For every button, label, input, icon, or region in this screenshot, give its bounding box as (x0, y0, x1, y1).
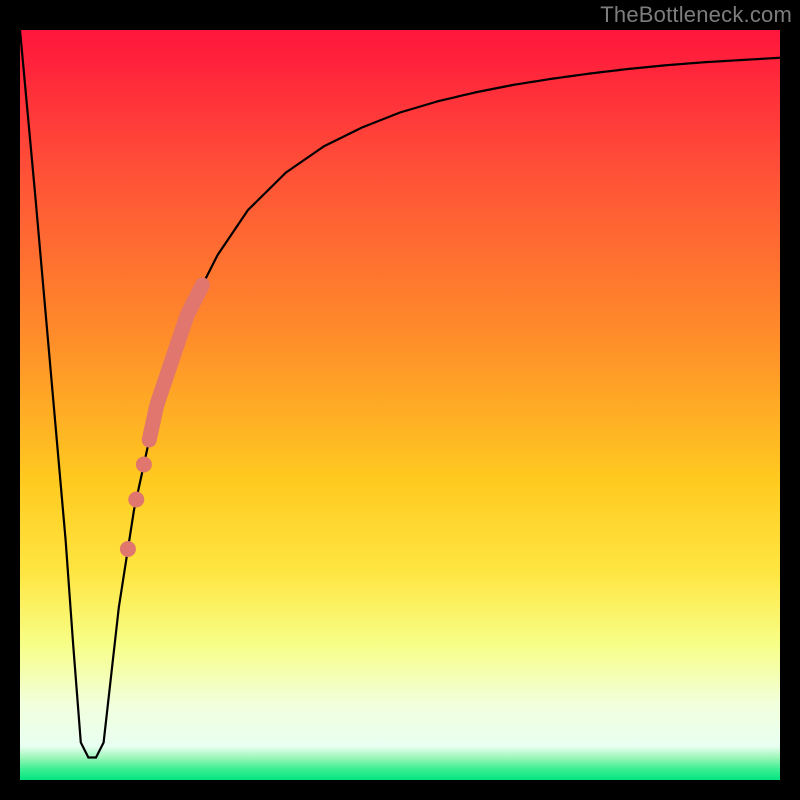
watermark-text: TheBottleneck.com (600, 2, 792, 28)
highlight-dot (136, 457, 152, 473)
chart-plot (20, 30, 780, 780)
highlight-dot (120, 541, 136, 557)
highlight-dot (128, 492, 144, 508)
gradient-background (20, 30, 780, 780)
chart-frame: TheBottleneck.com (0, 0, 800, 800)
